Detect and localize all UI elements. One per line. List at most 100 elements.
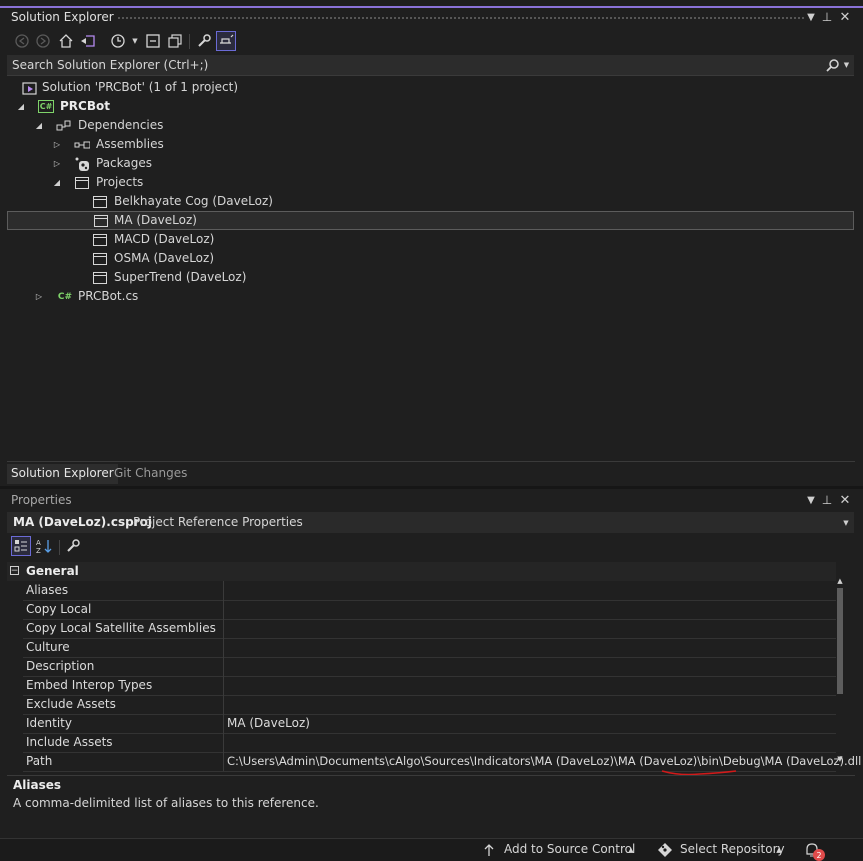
expand-arrow-icon[interactable]: ▷	[34, 287, 44, 306]
properties-wrench-icon[interactable]	[194, 31, 214, 51]
object-selector-dropdown[interactable]: MA (DaveLoz).csproj Project Reference Pr…	[7, 512, 854, 533]
home-icon[interactable]	[56, 31, 76, 51]
solution-explorer-toolbar: ▼	[7, 28, 855, 54]
solution-label: Solution 'PRCBot' (1 of 1 project)	[42, 80, 239, 94]
arrow-up-icon[interactable]	[482, 842, 496, 858]
column-divider[interactable]	[223, 733, 224, 752]
property-name: Culture	[26, 640, 70, 654]
select-repository-button[interactable]: Select Repository	[680, 842, 785, 856]
property-row[interactable]: Description	[23, 657, 836, 677]
tree-item-solution[interactable]: Solution 'PRCBot' (1 of 1 project)	[7, 78, 847, 97]
collapse-arrow-icon[interactable]: ◢	[16, 97, 26, 116]
expand-arrow-icon[interactable]: ▷	[52, 154, 62, 173]
caret-up-icon[interactable]: ▲	[626, 846, 636, 854]
property-row[interactable]: Copy Local	[23, 600, 836, 620]
collapse-category-icon[interactable]: −	[10, 566, 19, 575]
property-pages-wrench-icon[interactable]	[63, 536, 83, 556]
dependencies-label: Dependencies	[78, 118, 164, 132]
object-type: Project Reference Properties	[133, 515, 303, 529]
column-divider[interactable]	[223, 657, 224, 676]
tree-item-project-ref[interactable]: OSMA (DaveLoz)	[7, 249, 854, 268]
column-divider[interactable]	[223, 619, 224, 638]
project-reference-icon	[92, 232, 108, 248]
property-row[interactable]: Identity MA (DaveLoz)	[23, 714, 836, 734]
pending-changes-filter-icon[interactable]	[108, 31, 128, 51]
tree-item-project-ref[interactable]: MACD (DaveLoz)	[7, 230, 854, 249]
column-divider[interactable]	[223, 752, 224, 771]
project-reference-icon	[92, 270, 108, 286]
property-value[interactable]: C:\Users\Admin\Documents\cAlgo\Sources\I…	[227, 754, 861, 768]
tree-item-packages[interactable]: ▷ Packages	[7, 154, 847, 173]
column-divider[interactable]	[223, 676, 224, 695]
property-row[interactable]: Aliases	[23, 581, 836, 601]
tab-git-changes[interactable]: Git Changes	[110, 464, 191, 484]
git-repository-icon[interactable]	[657, 842, 673, 858]
svg-text:A: A	[36, 539, 41, 547]
panel-splitter[interactable]	[0, 486, 863, 489]
show-all-files-icon[interactable]	[165, 31, 185, 51]
tree-item-project-ref-selected[interactable]: MA (DaveLoz)	[7, 211, 854, 230]
property-grid: − General Aliases Copy Local Copy Local …	[7, 562, 861, 772]
categorized-icon[interactable]	[11, 536, 31, 556]
property-grid-scrollbar[interactable]: ▲ ▼	[834, 576, 846, 770]
column-divider[interactable]	[223, 714, 224, 733]
tree-item-project-ref[interactable]: Belkhayate Cog (DaveLoz)	[7, 192, 854, 211]
titlebar-grip[interactable]	[117, 16, 805, 21]
search-solution-explorer[interactable]: Search Solution Explorer (Ctrl+;) ▼	[7, 55, 854, 76]
tree-item-assemblies[interactable]: ▷ Assemblies	[7, 135, 847, 154]
column-divider[interactable]	[223, 600, 224, 619]
add-to-source-control-button[interactable]: Add to Source Control	[504, 842, 635, 856]
property-row[interactable]: Exclude Assets	[23, 695, 836, 715]
tree-item-project[interactable]: ◢ C# PRCBot	[7, 97, 847, 116]
property-name: Identity	[26, 716, 72, 730]
collapse-arrow-icon[interactable]: ◢	[52, 173, 62, 192]
property-row[interactable]: Copy Local Satellite Assemblies	[23, 619, 836, 639]
project-ref-label: MA (DaveLoz)	[114, 213, 197, 227]
column-divider[interactable]	[223, 695, 224, 714]
switch-views-icon[interactable]	[78, 31, 98, 51]
scroll-up-icon[interactable]: ▲	[834, 576, 846, 586]
back-icon[interactable]	[12, 31, 32, 51]
chevron-down-icon[interactable]: ▼	[841, 517, 851, 528]
tree-item-project-ref[interactable]: SuperTrend (DaveLoz)	[7, 268, 854, 287]
forward-icon[interactable]	[33, 31, 53, 51]
pin-icon[interactable]: ⊥	[821, 493, 833, 507]
window-position-dropdown-icon[interactable]: ▼	[805, 11, 817, 23]
property-value[interactable]: MA (DaveLoz)	[227, 716, 310, 730]
scrollbar-thumb[interactable]	[837, 588, 843, 694]
pin-icon[interactable]: ⊥	[821, 10, 833, 24]
tab-solution-explorer[interactable]: Solution Explorer	[7, 464, 118, 484]
packages-label: Packages	[96, 156, 152, 170]
category-general[interactable]: − General	[7, 562, 836, 581]
alphabetical-sort-icon[interactable]: AZ	[34, 536, 54, 556]
search-icon[interactable]	[825, 57, 841, 73]
column-divider[interactable]	[223, 638, 224, 657]
property-row[interactable]: Include Assets	[23, 733, 836, 753]
property-row[interactable]: Culture	[23, 638, 836, 658]
search-options-dropdown-icon[interactable]: ▼	[842, 59, 851, 71]
close-icon[interactable]: ✕	[839, 10, 851, 25]
close-icon[interactable]: ✕	[839, 493, 851, 508]
scroll-down-icon[interactable]: ▼	[834, 754, 846, 764]
tree-item-projects[interactable]: ◢ Projects	[7, 173, 847, 192]
file-label: PRCBot.cs	[78, 289, 139, 303]
properties-titlebar: Properties ▼ ⊥ ✕	[7, 491, 855, 510]
filter-dropdown-icon[interactable]: ▼	[130, 36, 140, 46]
property-name: Include Assets	[26, 735, 113, 749]
expand-arrow-icon[interactable]: ▷	[52, 135, 62, 154]
solution-tree: Solution 'PRCBot' (1 of 1 project) ◢ C# …	[7, 76, 854, 460]
collapse-arrow-icon[interactable]: ◢	[34, 116, 44, 135]
caret-up-icon[interactable]: ▲	[774, 846, 784, 854]
column-divider[interactable]	[223, 581, 224, 600]
assemblies-icon	[74, 137, 90, 153]
property-row[interactable]: Embed Interop Types	[23, 676, 836, 696]
property-name: Exclude Assets	[26, 697, 116, 711]
collapse-all-icon[interactable]	[143, 31, 163, 51]
preview-selected-items-icon[interactable]	[216, 31, 236, 51]
project-ref-label: MACD (DaveLoz)	[114, 232, 215, 246]
tree-item-dependencies[interactable]: ◢ Dependencies	[7, 116, 847, 135]
tree-item-file[interactable]: ▷ C# PRCBot.cs	[7, 287, 847, 306]
bottom-tabs: Solution Explorer Git Changes	[7, 461, 855, 484]
search-input[interactable]: Search Solution Explorer (Ctrl+;)	[12, 58, 208, 72]
window-position-dropdown-icon[interactable]: ▼	[805, 494, 817, 506]
